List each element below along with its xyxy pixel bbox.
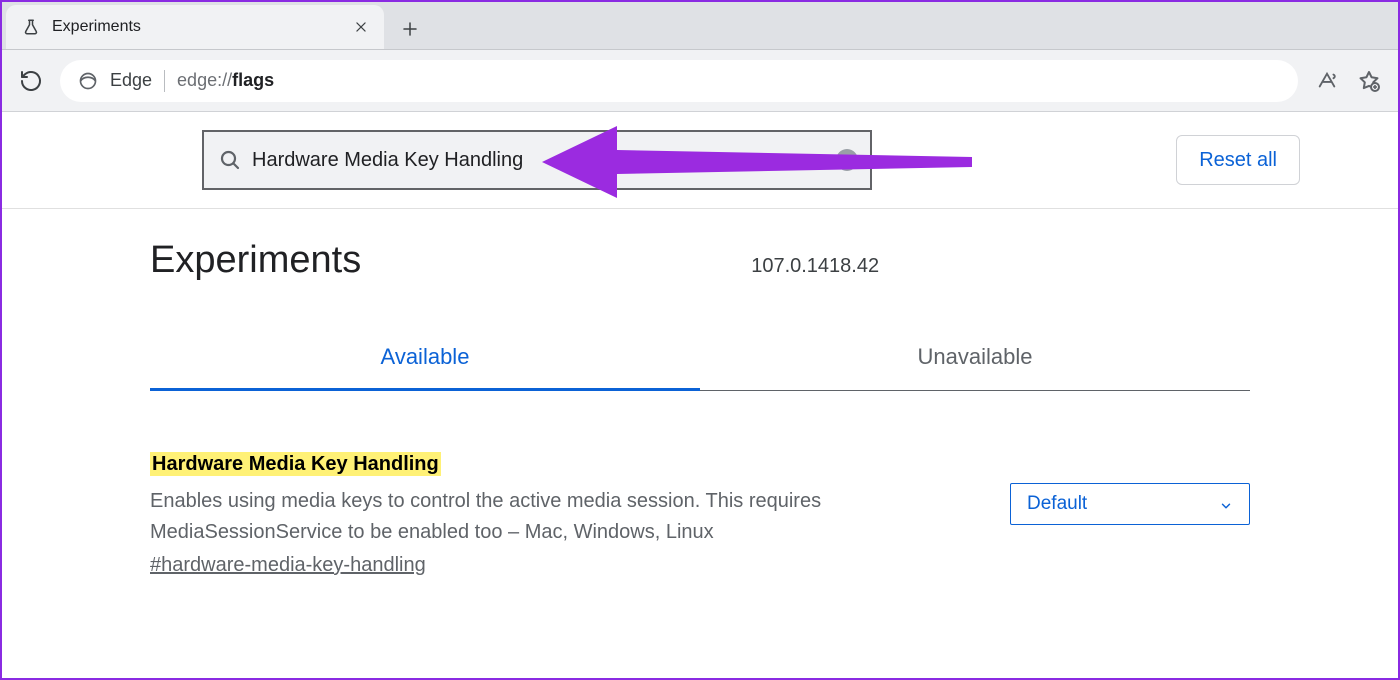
flag-state-select[interactable]: Default <box>1010 483 1250 525</box>
flag-anchor-link[interactable]: #hardware-media-key-handling <box>150 554 426 577</box>
browser-version: 107.0.1418.42 <box>751 255 879 278</box>
chevron-down-icon <box>1219 497 1233 511</box>
flag-title: Hardware Media Key Handling <box>150 453 980 476</box>
read-aloud-icon[interactable] <box>1314 68 1340 94</box>
clear-icon[interactable] <box>836 149 858 171</box>
reset-all-button[interactable]: Reset all <box>1176 135 1300 185</box>
edge-logo-icon <box>78 71 98 91</box>
tab-available[interactable]: Available <box>150 330 700 391</box>
browser-tab[interactable]: Experiments <box>6 5 384 49</box>
page-content: Reset all Experiments 107.0.1418.42 Avai… <box>2 112 1398 577</box>
url-path: flags <box>232 70 274 90</box>
tabs: Available Unavailable <box>150 330 1250 391</box>
browser-toolbar: Edge edge://flags <box>2 50 1398 112</box>
tab-title: Experiments <box>52 18 352 36</box>
address-separator <box>164 70 165 92</box>
search-icon <box>218 148 242 172</box>
url-protocol: edge:// <box>177 70 232 90</box>
address-bar[interactable]: Edge edge://flags <box>60 60 1298 102</box>
flask-icon <box>22 18 40 36</box>
search-box <box>202 130 872 190</box>
page-title: Experiments <box>150 239 361 282</box>
favorites-icon[interactable] <box>1356 68 1382 94</box>
search-input[interactable] <box>252 149 822 172</box>
new-tab-button[interactable] <box>390 9 430 49</box>
flag-row: Hardware Media Key Handling Enables usin… <box>150 453 1250 577</box>
address-label: Edge <box>110 70 152 91</box>
close-icon[interactable] <box>352 18 370 36</box>
tab-unavailable[interactable]: Unavailable <box>700 330 1250 390</box>
flag-description: Enables using media keys to control the … <box>150 486 840 548</box>
tab-strip: Experiments <box>2 2 1398 50</box>
flag-state-value: Default <box>1027 493 1087 515</box>
reload-icon[interactable] <box>18 68 44 94</box>
search-row: Reset all <box>2 112 1398 209</box>
